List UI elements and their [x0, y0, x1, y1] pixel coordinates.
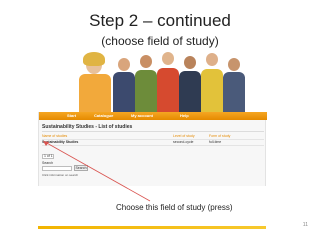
student-figure: [156, 50, 180, 112]
student-figure: [78, 48, 112, 112]
student-figure: [222, 54, 246, 112]
slide-subtitle: (choose field of study): [101, 34, 219, 48]
slide-title: Step 2 – continued: [89, 11, 231, 30]
page-heading: Sustainability Studies - List of studies: [42, 124, 133, 130]
pager-field[interactable]: 1 of 1: [42, 154, 54, 159]
student-figure: [112, 54, 136, 112]
search-label: Search: [42, 161, 54, 165]
study-form-cell: full-time: [209, 140, 222, 144]
divider: [42, 131, 264, 132]
website-screenshot: Start Catalogue My account Help Sustaina…: [38, 112, 267, 186]
column-header-form: Form of study: [209, 134, 231, 138]
page-number: 11: [302, 222, 308, 228]
study-level-cell: second-cycle: [173, 140, 194, 144]
column-header-level: Level of study: [173, 134, 195, 138]
student-figure: [200, 51, 224, 112]
divider: [42, 145, 264, 146]
search-button[interactable]: Search: [74, 165, 88, 171]
nav-my-account[interactable]: My account: [131, 112, 153, 120]
students-photo: [38, 48, 266, 112]
top-nav: Start Catalogue My account Help: [39, 112, 267, 120]
nav-start[interactable]: Start: [67, 112, 76, 120]
study-link-sustainability[interactable]: Sustainability Studies: [42, 140, 78, 144]
search-input[interactable]: [42, 166, 72, 171]
nav-catalogue[interactable]: Catalogue: [94, 112, 113, 120]
column-header-name: Name of studies: [42, 134, 68, 138]
student-figure: [134, 52, 158, 112]
search-info-link[interactable]: Click information on search: [42, 173, 78, 177]
instruction-caption: Choose this field of study (press): [116, 203, 233, 212]
student-figure: [178, 53, 202, 112]
nav-help[interactable]: Help: [180, 112, 189, 120]
footer-bar: [38, 226, 266, 229]
